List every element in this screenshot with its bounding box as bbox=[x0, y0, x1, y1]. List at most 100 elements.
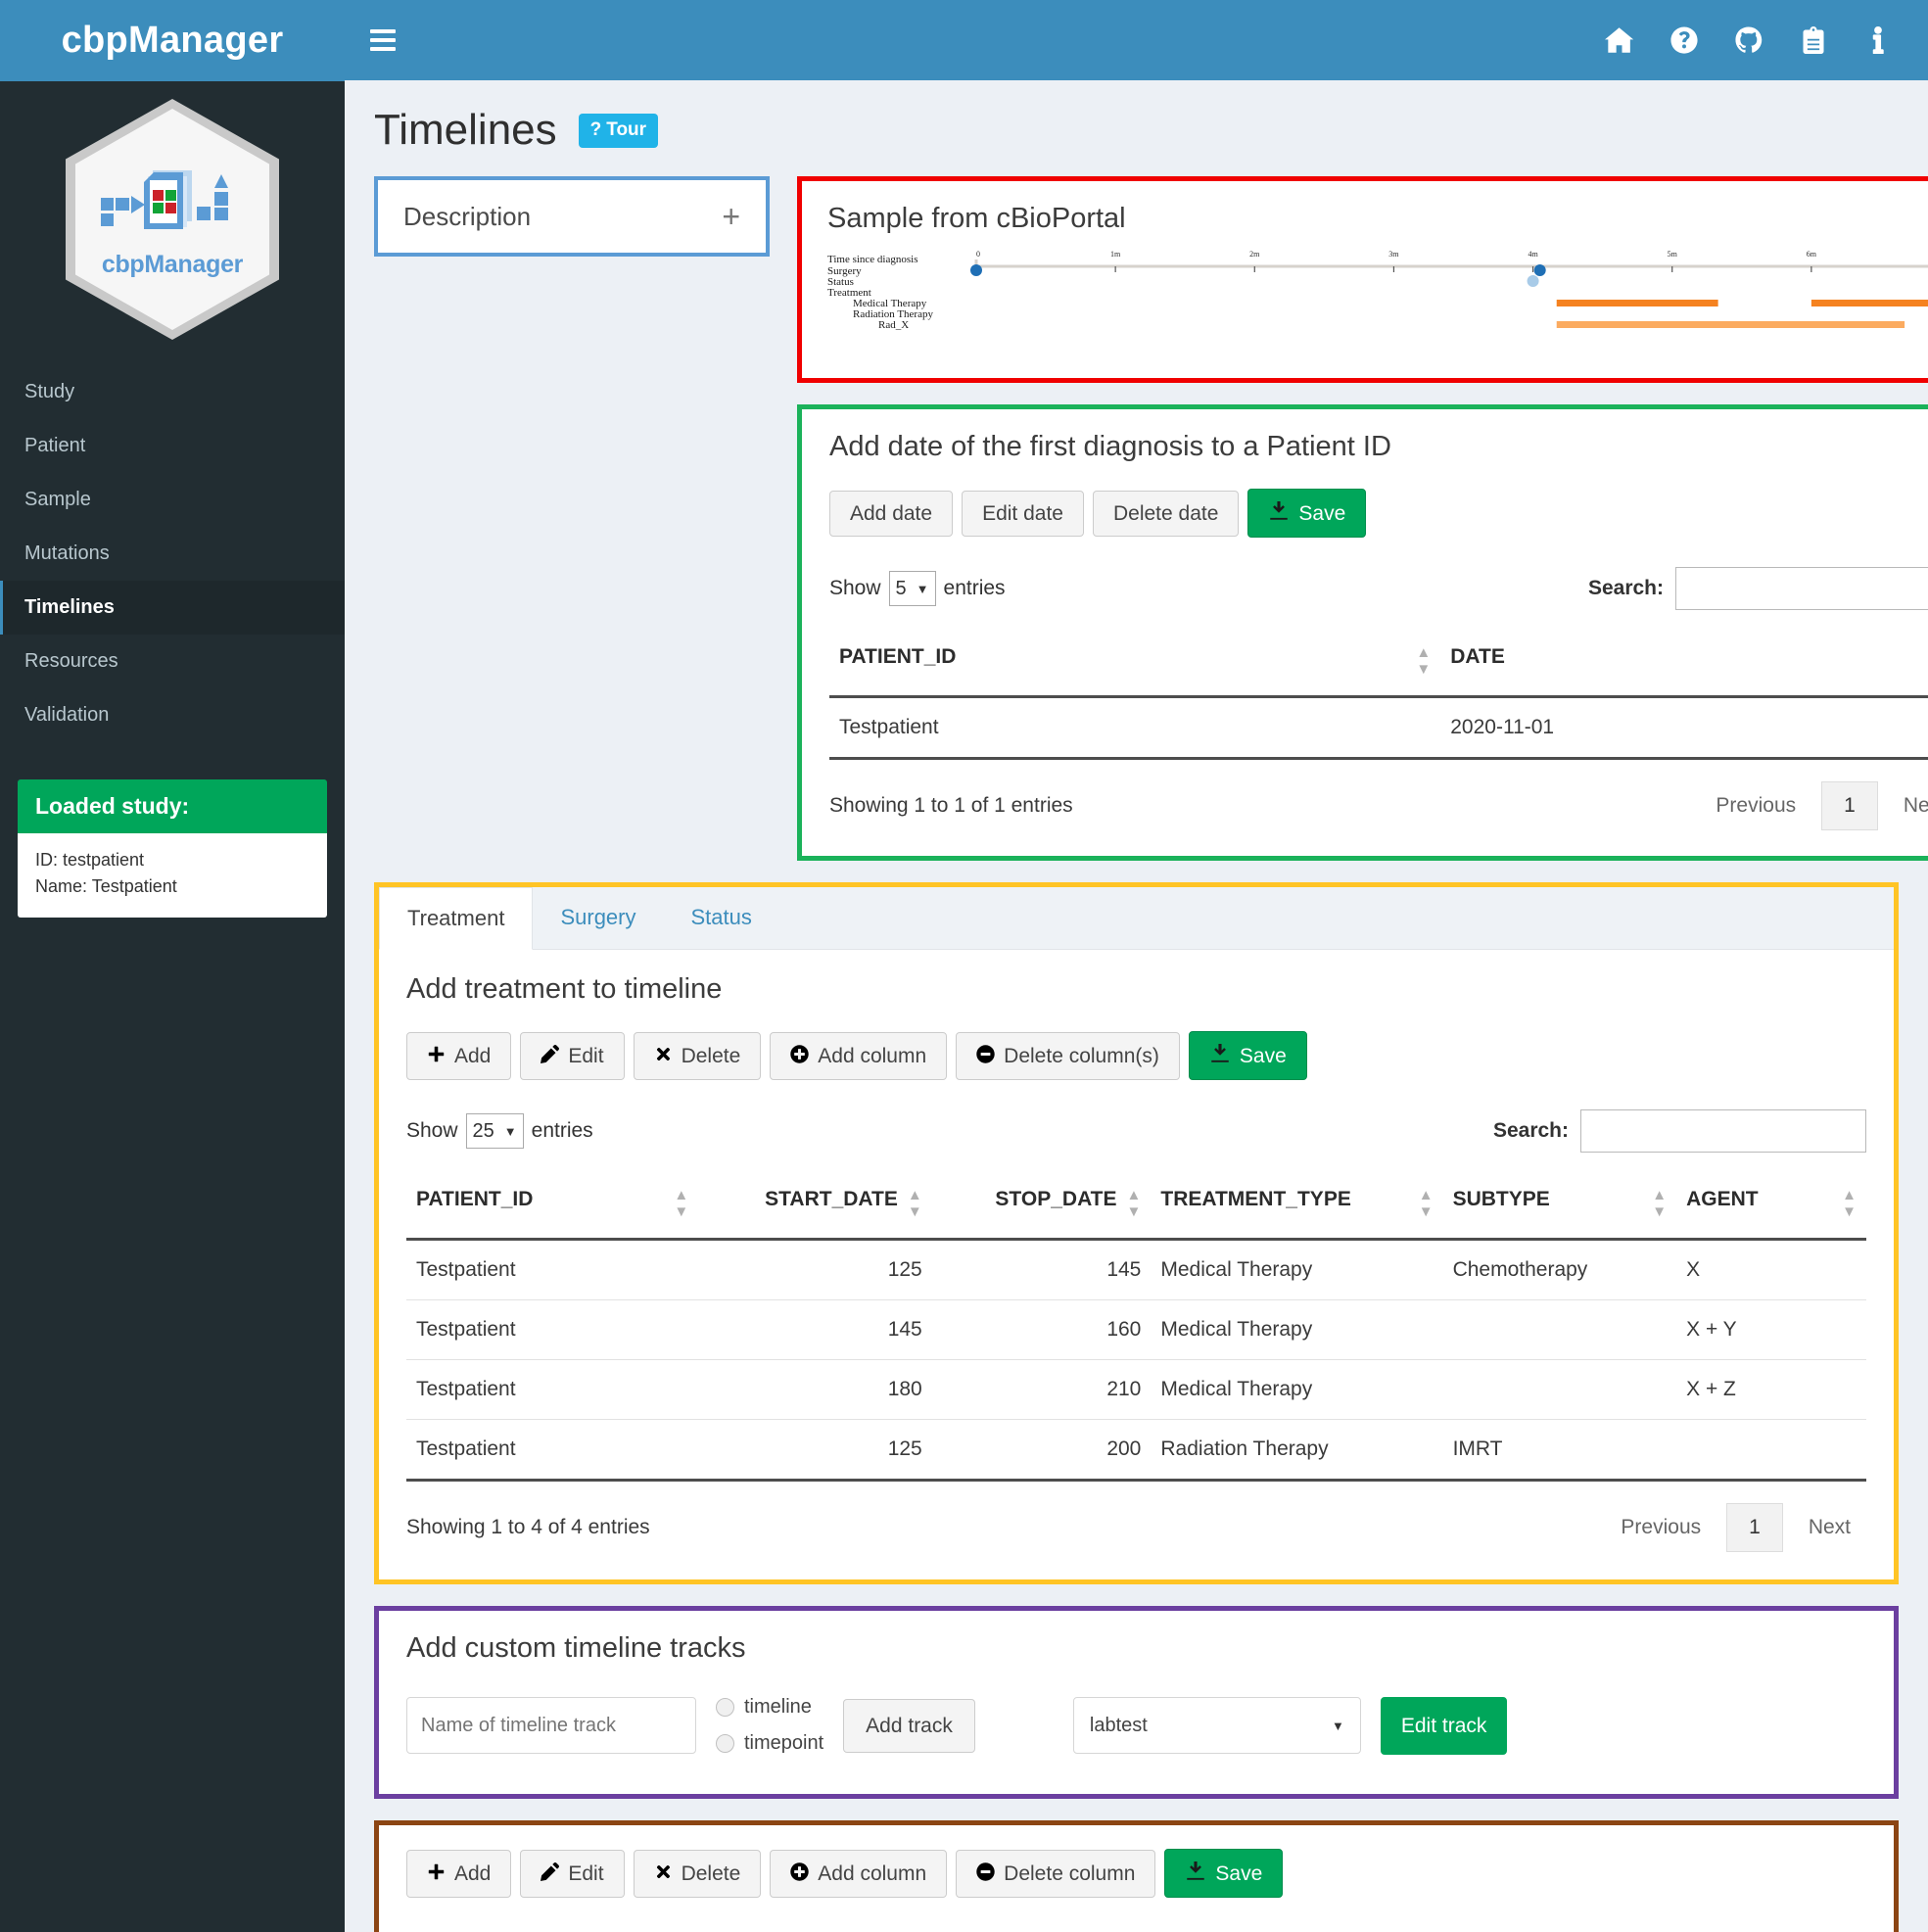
track-select-value: labtest bbox=[1089, 1714, 1148, 1736]
plus-circle-icon bbox=[790, 1044, 809, 1067]
delete-date-button[interactable]: Delete date bbox=[1092, 490, 1240, 537]
save-label: Save bbox=[1298, 501, 1346, 525]
add-button[interactable]: Add bbox=[406, 1849, 512, 1898]
column-header-stop-date[interactable]: STOP_DATE ▲ ▼ bbox=[931, 1174, 1152, 1242]
tab-status[interactable]: Status bbox=[664, 887, 779, 949]
search-input[interactable] bbox=[1675, 567, 1928, 611]
treatment-table-controls: Show 25 ▼ entries Search: bbox=[406, 1109, 1866, 1154]
diagnosis-show-entries: Show 5 ▼ entries bbox=[829, 571, 1006, 607]
sort-icon: ▲ ▼ bbox=[1652, 1187, 1668, 1220]
loaded-study-name: Name: Testpatient bbox=[35, 876, 177, 896]
sort-icon: ▲ ▼ bbox=[674, 1187, 689, 1220]
add-column-button[interactable]: Add column bbox=[770, 1031, 948, 1080]
delete-column-button[interactable]: Delete column bbox=[956, 1849, 1156, 1898]
cell-agent: X + Y bbox=[1676, 1299, 1866, 1361]
add-track-button[interactable]: Add track bbox=[843, 1698, 975, 1753]
table-row[interactable]: Testpatient 2020-11-01 bbox=[829, 696, 1928, 761]
page-1-button[interactable]: 1 bbox=[1726, 1503, 1783, 1553]
sidebar-item-mutations[interactable]: Mutations bbox=[0, 527, 345, 581]
sort-icon: ▲ ▼ bbox=[907, 1187, 922, 1220]
radio-timepoint[interactable]: timepoint bbox=[716, 1732, 823, 1755]
edit-date-label: Edit date bbox=[982, 501, 1063, 525]
save-button[interactable]: Save bbox=[1188, 1031, 1307, 1081]
radio-icon[interactable] bbox=[716, 1698, 734, 1718]
column-header-date[interactable]: DATE▲▼ bbox=[1440, 632, 1928, 699]
save-button[interactable]: Save bbox=[1247, 489, 1367, 539]
cell-start-date: 125 bbox=[698, 1239, 932, 1301]
edit-button[interactable]: Edit bbox=[520, 1031, 625, 1080]
logo-hexagon: cbpManager bbox=[66, 99, 279, 340]
sidebar-item-timelines[interactable]: Timelines bbox=[0, 581, 345, 635]
sort-icon: ▲ ▼ bbox=[1842, 1187, 1857, 1220]
info-icon[interactable] bbox=[1863, 25, 1893, 55]
clipboard-icon[interactable] bbox=[1799, 25, 1828, 55]
radio-timeline[interactable]: timeline bbox=[716, 1696, 823, 1719]
table-row[interactable]: Testpatient 180 210 Medical Therapy X + … bbox=[406, 1359, 1866, 1421]
next-page-button[interactable]: Next bbox=[1888, 784, 1928, 827]
diagnosis-search: Search: bbox=[1588, 567, 1928, 611]
question-circle-icon[interactable] bbox=[1669, 25, 1699, 55]
svg-text:3m: 3m bbox=[1388, 250, 1399, 259]
previous-page-button[interactable]: Previous bbox=[1605, 1506, 1716, 1549]
tour-button[interactable]: ? Tour bbox=[578, 113, 659, 148]
column-header-start-date[interactable]: START_DATE ▲ ▼ bbox=[698, 1174, 932, 1242]
topbar-icon-group bbox=[1605, 25, 1903, 55]
chevron-down-icon: ▼ bbox=[1332, 1718, 1344, 1733]
radio-timeline-label: timeline bbox=[744, 1696, 812, 1719]
table-row[interactable]: Testpatient 125 200 Radiation Therapy IM… bbox=[406, 1419, 1866, 1483]
add-button[interactable]: Add bbox=[406, 1031, 512, 1080]
page-1-button[interactable]: 1 bbox=[1821, 781, 1878, 831]
bottom-toolbar: Add Edit Delete Add column Delete column… bbox=[406, 1849, 1866, 1899]
track-name-input[interactable] bbox=[406, 1697, 696, 1755]
first-diagnosis-panel: Add date of the first diagnosis to a Pat… bbox=[797, 404, 1928, 862]
edit-date-button[interactable]: Edit date bbox=[962, 490, 1084, 537]
custom-tracks-body: Add custom timeline tracks timeline time… bbox=[379, 1611, 1894, 1794]
diagnosis-table-info: Showing 1 to 1 of 1 entries bbox=[829, 794, 1073, 818]
diagnosis-toolbar: Add date Edit date Delete date Save bbox=[829, 489, 1928, 539]
github-icon[interactable] bbox=[1734, 25, 1763, 55]
column-header-subtype[interactable]: SUBTYPE ▲ ▼ bbox=[1442, 1174, 1677, 1242]
page-size-select[interactable]: 5 ▼ bbox=[888, 571, 936, 607]
radio-icon[interactable] bbox=[716, 1734, 734, 1754]
custom-tracks-controls: timeline timepoint Add track labtest ▼ bbox=[406, 1690, 1866, 1784]
delete-button[interactable]: Delete bbox=[633, 1849, 762, 1898]
treatment-section-title: Add treatment to timeline bbox=[406, 973, 723, 1006]
add-column-button[interactable]: Add column bbox=[770, 1849, 948, 1898]
description-header[interactable]: Description + bbox=[378, 180, 766, 254]
next-page-button[interactable]: Next bbox=[1793, 1506, 1866, 1549]
table-row[interactable]: Testpatient 125 145 Medical Therapy Chem… bbox=[406, 1239, 1866, 1301]
save-button[interactable]: Save bbox=[1164, 1849, 1284, 1899]
tab-surgery[interactable]: Surgery bbox=[533, 887, 663, 949]
radio-timepoint-label: timepoint bbox=[744, 1732, 824, 1755]
previous-page-button[interactable]: Previous bbox=[1700, 784, 1811, 827]
track-select[interactable]: labtest ▼ bbox=[1072, 1697, 1361, 1755]
add-date-button[interactable]: Add date bbox=[829, 490, 954, 537]
search-input[interactable] bbox=[1580, 1109, 1866, 1154]
column-header-patient-id[interactable]: PATIENT_ID ▲ ▼ bbox=[829, 632, 1441, 699]
edit-track-button[interactable]: Edit track bbox=[1380, 1696, 1508, 1755]
sidebar-item-patient[interactable]: Patient bbox=[0, 419, 345, 473]
tab-treatment[interactable]: Treatment bbox=[379, 887, 534, 951]
column-header-treatment-type[interactable]: TREATMENT_TYPE ▲ ▼ bbox=[1151, 1174, 1443, 1242]
delete-column-label: Delete column bbox=[1004, 1861, 1136, 1885]
column-header-patient-id[interactable]: PATIENT_ID ▲ ▼ bbox=[406, 1174, 699, 1242]
sidebar-item-sample[interactable]: Sample bbox=[0, 473, 345, 527]
column-header-agent[interactable]: AGENT ▲ ▼ bbox=[1676, 1174, 1866, 1242]
cell-agent: X + Z bbox=[1676, 1359, 1866, 1421]
plus-icon[interactable]: + bbox=[722, 201, 740, 232]
delete-button[interactable]: Delete bbox=[633, 1031, 762, 1080]
minus-circle-icon bbox=[976, 1861, 995, 1885]
sidebar-item-validation[interactable]: Validation bbox=[0, 688, 345, 742]
page-size-select[interactable]: 25 ▼ bbox=[465, 1113, 524, 1150]
cell-patient-id: Testpatient bbox=[406, 1239, 699, 1301]
table-row[interactable]: Testpatient 145 160 Medical Therapy X + … bbox=[406, 1299, 1866, 1361]
hamburger-icon[interactable] bbox=[370, 24, 396, 56]
question-mark-icon: ? bbox=[589, 118, 602, 140]
timeline-chart: Time since diagnosis Surgery Status Treatme… bbox=[802, 235, 1928, 378]
edit-button[interactable]: Edit bbox=[520, 1849, 625, 1898]
svg-text:4m: 4m bbox=[1528, 250, 1538, 259]
sidebar-item-resources[interactable]: Resources bbox=[0, 635, 345, 688]
sidebar-item-study[interactable]: Study bbox=[0, 365, 345, 419]
delete-columns-button[interactable]: Delete column(s) bbox=[956, 1031, 1180, 1080]
home-icon[interactable] bbox=[1605, 25, 1634, 55]
